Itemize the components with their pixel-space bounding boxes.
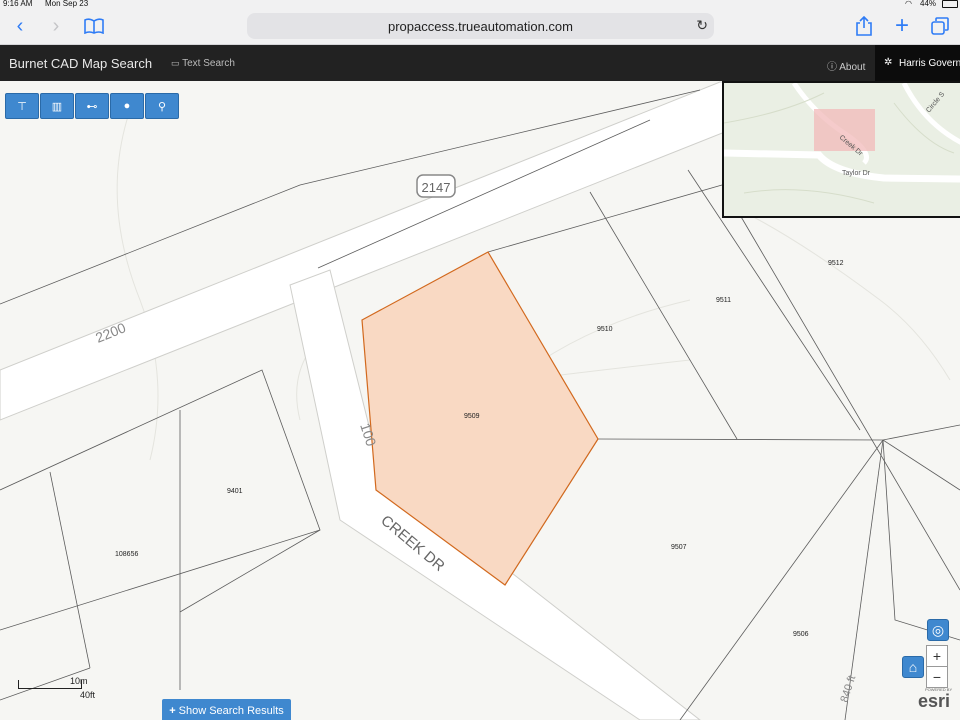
home-button[interactable]: ⌂ bbox=[902, 656, 924, 678]
new-tab-icon[interactable]: + bbox=[890, 12, 914, 39]
zoom-out-icon: − bbox=[932, 669, 942, 685]
layers-button[interactable]: ⊤ bbox=[5, 93, 39, 119]
bookmarks-icon[interactable] bbox=[82, 14, 106, 38]
battery-icon bbox=[942, 0, 958, 8]
overview-canvas: Creek Dr Taylor Dr Circle S bbox=[724, 83, 960, 204]
esri-logo: esri bbox=[918, 691, 951, 711]
browser-toolbar: ‹ › propaccess.trueautomation.com ↻ + bbox=[0, 8, 960, 45]
parcel-label: 108656 bbox=[115, 551, 138, 558]
overview-label: Circle S bbox=[925, 91, 946, 115]
keyboard-icon: ▭ bbox=[171, 58, 180, 68]
layers-icon: ⊤ bbox=[17, 100, 27, 113]
ios-status-bar: 9:16 AM Mon Sep 23 ◠ 44% bbox=[0, 0, 960, 8]
measure-button[interactable]: ⊷ bbox=[75, 93, 109, 119]
show-search-results-label: Show Search Results bbox=[178, 705, 284, 717]
parcel-label: 9510 bbox=[597, 326, 613, 333]
overview-map[interactable]: Creek Dr Taylor Dr Circle S bbox=[722, 81, 960, 218]
basemap-icon: ▥ bbox=[51, 100, 63, 113]
url-bar[interactable]: propaccess.trueautomation.com ↻ bbox=[247, 13, 714, 39]
wifi-icon: ◠ bbox=[905, 0, 912, 8]
show-search-results-button[interactable]: + Show Search Results bbox=[162, 699, 291, 720]
scale-metric: 10m bbox=[70, 676, 88, 686]
highway-shield: 2147 bbox=[416, 174, 456, 198]
plus-icon: + bbox=[169, 705, 176, 717]
parcel-label: 9401 bbox=[227, 488, 243, 495]
locate-me-button[interactable]: ◎ bbox=[927, 619, 949, 641]
basemap-button[interactable]: ▥ bbox=[40, 93, 74, 119]
about-label: About bbox=[839, 62, 866, 73]
zoom-out-button[interactable]: − bbox=[926, 666, 948, 688]
highway-label: 2147 bbox=[422, 180, 451, 195]
parcel-label: 9509 bbox=[464, 413, 480, 420]
zoom-in-icon: + bbox=[932, 648, 942, 664]
share-icon[interactable] bbox=[852, 14, 876, 38]
harris-link[interactable]: ✲ Harris Govern bbox=[875, 45, 960, 81]
overview-label: Taylor Dr bbox=[842, 170, 871, 177]
status-time: 9:16 AM bbox=[3, 0, 33, 8]
info-icon: ⓘ bbox=[827, 62, 837, 73]
tabs-icon[interactable] bbox=[928, 14, 952, 38]
search-icon: ⚲ bbox=[157, 100, 167, 113]
crosshair-icon: ◎ bbox=[931, 621, 945, 638]
url-text: propaccess.trueautomation.com bbox=[388, 19, 573, 34]
map-view[interactable]: 2147 2200 100 CREEK DR 840 ft 9509 9510 … bbox=[0, 81, 960, 720]
search-button[interactable]: ⚲ bbox=[145, 93, 179, 119]
puzzle-icon: ✲ bbox=[884, 57, 893, 68]
parcel-label: 9507 bbox=[671, 544, 687, 551]
status-date: Mon Sep 23 bbox=[45, 0, 89, 8]
parcel-label: 9506 bbox=[793, 631, 809, 638]
app-navbar: Burnet CAD Map Search ▭ Text Search ⓘ Ab… bbox=[0, 45, 960, 81]
app-title[interactable]: Burnet CAD Map Search bbox=[9, 56, 152, 71]
forward-icon[interactable]: › bbox=[44, 14, 68, 38]
measure-icon: ⊷ bbox=[86, 100, 98, 113]
back-icon[interactable]: ‹ bbox=[8, 14, 32, 38]
text-search-link[interactable]: ▭ Text Search bbox=[171, 58, 235, 69]
locate-pin-icon: ● bbox=[123, 100, 131, 112]
road-label-840: 840 ft bbox=[838, 674, 858, 704]
text-search-label: Text Search bbox=[182, 58, 235, 69]
harris-label: Harris Govern bbox=[899, 58, 960, 69]
home-icon: ⌂ bbox=[908, 659, 918, 675]
locate-button[interactable]: ● bbox=[110, 93, 144, 119]
reload-icon[interactable]: ↻ bbox=[696, 17, 708, 34]
parcel-label: 9512 bbox=[828, 260, 844, 267]
parcel-label: 9511 bbox=[716, 297, 731, 304]
zoom-in-button[interactable]: + bbox=[926, 645, 948, 667]
status-battery: 44% bbox=[920, 0, 937, 8]
scale-imperial: 40ft bbox=[80, 690, 96, 700]
about-link[interactable]: ⓘ About bbox=[827, 58, 865, 73]
